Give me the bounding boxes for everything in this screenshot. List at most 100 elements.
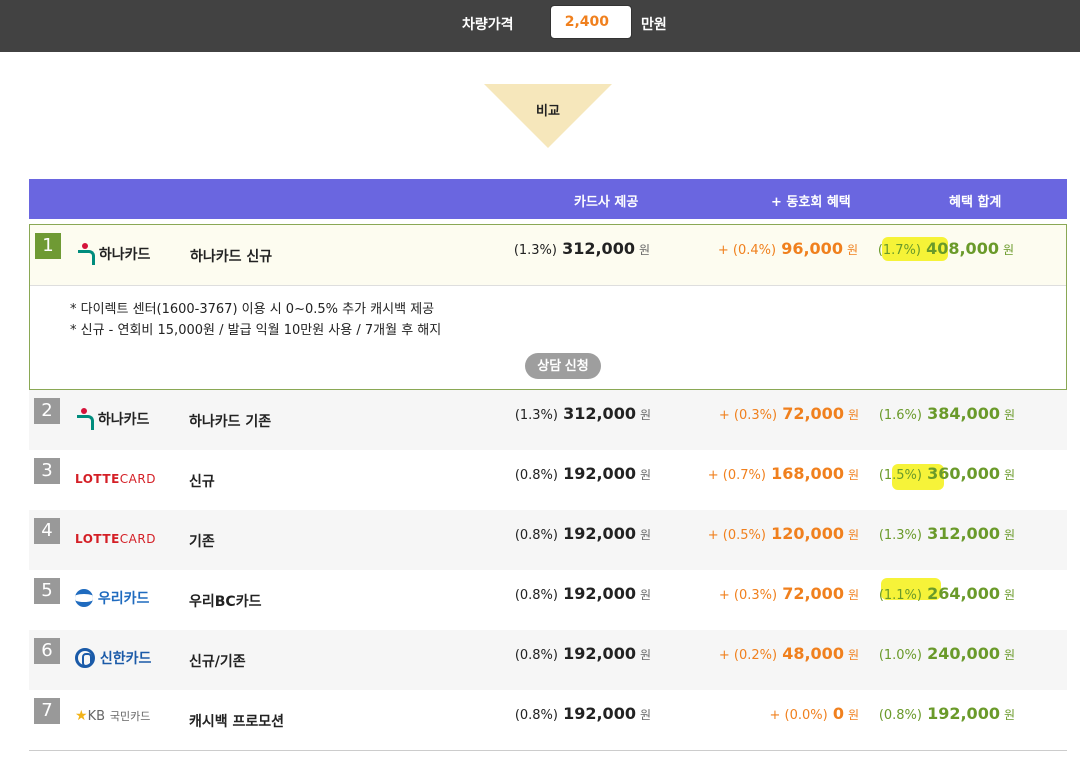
- currency: 원: [1003, 648, 1015, 662]
- currency: 원: [639, 468, 651, 482]
- club-pct: + (0.3%): [718, 588, 778, 603]
- total-benefit: (1.7%) 408,000 원: [878, 239, 1014, 269]
- header-club-benefit: + 동호회 혜택: [771, 195, 851, 210]
- card-pct: (0.8%): [514, 588, 558, 603]
- logo-text: 하나카드: [97, 412, 150, 428]
- card-company-benefit: (1.3%) 312,000 원: [515, 404, 651, 434]
- product-name: 우리BC카드: [189, 594, 262, 610]
- total-pct: (1.6%): [878, 408, 922, 423]
- table-row[interactable]: 6 신한카드 신규/기존 (0.8%) 192,000 원 + (0.2%) 48…: [29, 630, 1067, 690]
- row-notes: * 다이렉트 센터(1600-3767) 이용 시 0~0.5% 추가 캐시백 …: [70, 299, 441, 341]
- club-benefit: + (0.2%) 48,000 원: [719, 644, 859, 674]
- total-benefit: (1.1%) 264,000 원: [879, 584, 1015, 614]
- logo-text: LOTTE: [75, 472, 120, 486]
- total-amount: 408,000: [926, 239, 999, 258]
- currency: 원: [1003, 408, 1015, 422]
- club-amount: 72,000: [782, 404, 844, 423]
- card-company-benefit: (0.8%) 192,000 원: [515, 464, 651, 494]
- currency: 원: [1003, 708, 1015, 722]
- card-pct: (0.8%): [514, 648, 558, 663]
- woori-card-logo: 우리카드: [75, 588, 149, 610]
- table-row[interactable]: 5 우리카드 우리BC카드 (0.8%) 192,000 원 + (0.3%) 7…: [29, 570, 1067, 630]
- rank-badge: 1: [35, 233, 61, 259]
- total-pct: (1.7%): [877, 243, 921, 258]
- club-pct: + (0.3%): [718, 408, 778, 423]
- logo-text: 국민카드: [109, 710, 151, 723]
- currency: 원: [847, 468, 859, 482]
- club-amount: 0: [832, 704, 844, 723]
- kb-card-logo: ★KB 국민카드: [75, 708, 150, 730]
- total-pct: (1.1%): [878, 588, 922, 603]
- card-amount: 192,000: [563, 644, 636, 663]
- total-pct: (1.3%): [878, 528, 922, 543]
- logo-text: CARD: [119, 472, 156, 486]
- currency: 원: [639, 648, 651, 662]
- club-pct: + (0.2%): [718, 648, 778, 663]
- total-pct: (1.0%): [878, 648, 922, 663]
- product-name: 하나카드 신규: [190, 249, 273, 265]
- club-pct: + (0.0%): [769, 708, 828, 723]
- currency: 원: [847, 588, 859, 602]
- kb-star-icon: ★: [75, 708, 88, 724]
- club-benefit: + (0.4%) 96,000 원: [718, 239, 858, 269]
- header-total-benefit: 혜택 합계: [949, 195, 1002, 210]
- currency: 원: [638, 243, 650, 257]
- club-amount: 168,000: [771, 464, 844, 483]
- table-row[interactable]: 1 하나카드 하나카드 신규 (1.3%) 312,000 원 + (0.4%) …: [29, 224, 1067, 390]
- total-benefit: (1.6%) 384,000 원: [879, 404, 1015, 434]
- rank-badge: 6: [34, 638, 60, 664]
- table-row[interactable]: 7 ★KB 국민카드 캐시백 프로모션 (0.8%) 192,000 원 + (0…: [29, 690, 1067, 750]
- currency: 원: [1002, 243, 1014, 257]
- club-pct: + (0.4%): [717, 243, 777, 258]
- note-line: * 신규 - 연회비 15,000원 / 발급 익월 10만원 사용 / 7개월…: [70, 323, 442, 338]
- currency: 원: [847, 708, 859, 722]
- product-name: 신규/기존: [189, 654, 246, 670]
- rank-badge: 2: [34, 398, 60, 424]
- hana-card-logo: 하나카드: [75, 408, 149, 430]
- card-amount: 192,000: [563, 524, 636, 543]
- total-benefit: (1.0%) 240,000 원: [879, 644, 1015, 674]
- club-amount: 72,000: [782, 584, 844, 603]
- card-pct: (0.8%): [514, 528, 558, 543]
- compare-indicator: 비교: [484, 84, 612, 148]
- currency: 원: [639, 528, 651, 542]
- currency: 원: [639, 588, 651, 602]
- total-amount: 384,000: [927, 404, 1000, 423]
- card-company-benefit: (0.8%) 192,000 원: [515, 644, 651, 674]
- note-line: * 다이렉트 센터(1600-3767) 이용 시 0~0.5% 추가 캐시백 …: [70, 302, 435, 317]
- row-main: 1 하나카드 하나카드 신규 (1.3%) 312,000 원 + (0.4%) …: [30, 225, 1066, 286]
- table-row[interactable]: 3 LOTTECARD 신규 (0.8%) 192,000 원 + (0.7%) …: [29, 450, 1067, 510]
- table-row[interactable]: 2 하나카드 하나카드 기존 (1.3%) 312,000 원 + (0.3%) …: [29, 390, 1067, 450]
- consult-button[interactable]: 상담 신청: [525, 353, 601, 379]
- woori-logo-icon: [75, 589, 93, 607]
- total-benefit: (1.3%) 312,000 원: [879, 524, 1015, 554]
- product-name: 캐시백 프로모션: [189, 714, 285, 730]
- total-amount: 192,000: [927, 704, 1000, 723]
- card-pct: (0.8%): [514, 468, 558, 483]
- card-pct: (1.3%): [514, 408, 558, 423]
- club-benefit: + (0.3%) 72,000 원: [719, 404, 859, 434]
- lotte-card-logo: LOTTECARD: [75, 532, 156, 554]
- logo-text: CARD: [119, 532, 156, 546]
- price-bar: 차량가격 만원: [0, 0, 1080, 52]
- hana-logo-icon: [75, 408, 94, 430]
- table-row[interactable]: 4 LOTTECARD 기존 (0.8%) 192,000 원 + (0.5%) …: [29, 510, 1067, 570]
- logo-text: 하나카드: [98, 247, 151, 263]
- currency: 원: [639, 708, 651, 722]
- price-input[interactable]: [550, 5, 632, 39]
- card-company-benefit: (0.8%) 192,000 원: [515, 584, 651, 614]
- rank-badge: 7: [34, 698, 60, 724]
- card-amount: 312,000: [562, 239, 635, 258]
- shinhan-logo-icon: [75, 648, 95, 668]
- total-benefit: (1.5%) 360,000 원: [879, 464, 1015, 494]
- hana-card-logo: 하나카드: [76, 243, 150, 265]
- header-card-company: 카드사 제공: [574, 195, 639, 210]
- club-amount: 96,000: [781, 239, 843, 258]
- shinhan-card-logo: 신한카드: [75, 648, 151, 670]
- total-amount: 360,000: [927, 464, 1000, 483]
- club-pct: + (0.5%): [707, 528, 766, 543]
- table-header: 카드사 제공 + 동호회 혜택 혜택 합계: [29, 179, 1067, 219]
- currency: 원: [847, 648, 859, 662]
- product-name: 신규: [189, 474, 215, 490]
- club-benefit: + (0.0%) 0원: [770, 704, 859, 734]
